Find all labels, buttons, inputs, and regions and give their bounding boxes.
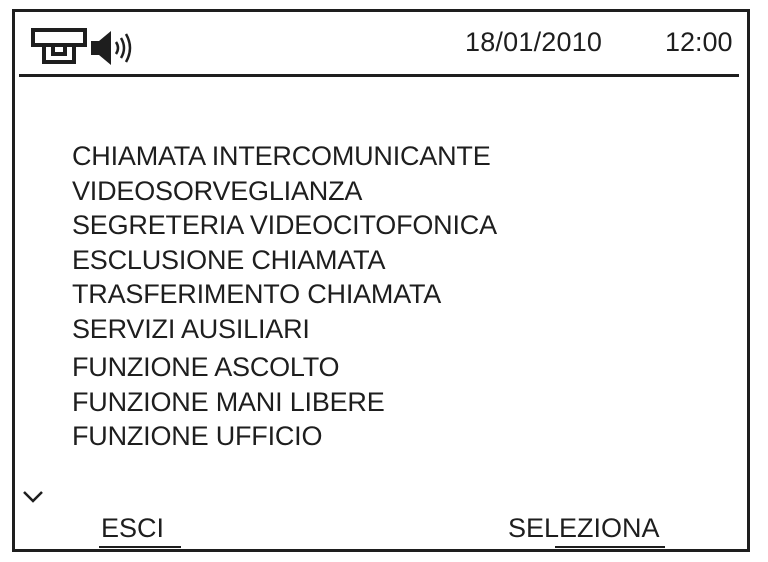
menu-item-videosorveglianza[interactable]: VIDEOSORVEGLIANZA	[72, 174, 497, 209]
menu-item-funzione-ascolto[interactable]: FUNZIONE ASCOLTO	[72, 350, 497, 385]
speaker-volume-icon	[91, 31, 132, 65]
menu-item-esclusione-chiamata[interactable]: ESCLUSIONE CHIAMATA	[72, 243, 497, 278]
menu-item-trasferimento-chiamata[interactable]: TRASFERIMENTO CHIAMATA	[72, 277, 497, 312]
status-icons	[31, 22, 135, 74]
menu-item-segreteria-videocitofonica[interactable]: SEGRETERIA VIDEOCITOFONICA	[72, 208, 497, 243]
select-softkey[interactable]: SELEZIONA	[508, 512, 660, 544]
menu-item-funzione-mani-libere[interactable]: FUNZIONE MANI LIBERE	[72, 385, 497, 420]
menu-item-funzione-ufficio[interactable]: FUNZIONE UFFICIO	[72, 419, 497, 454]
select-softkey-underline	[555, 546, 665, 548]
menu-item-chiamata-intercomunicante[interactable]: CHIAMATA INTERCOMUNICANTE	[72, 139, 497, 174]
status-time: 12:00	[665, 27, 733, 57]
status-bar: 18/01/2010 12:00	[15, 12, 747, 77]
status-date: 18/01/2010	[465, 27, 603, 57]
intercom-handset-icon	[31, 28, 87, 64]
chevron-down-icon[interactable]	[22, 490, 44, 504]
menu-item-servizi-ausiliari[interactable]: SERVIZI AUSILIARI	[72, 312, 497, 347]
exit-softkey-underline	[99, 546, 181, 548]
header-divider	[19, 74, 739, 77]
display-screen: 18/01/2010 12:00 CHIAMATA INTERCOMUNICAN…	[12, 9, 750, 552]
menu-list: CHIAMATA INTERCOMUNICANTE VIDEOSORVEGLIA…	[72, 139, 497, 454]
exit-softkey[interactable]: ESCI	[101, 512, 164, 544]
